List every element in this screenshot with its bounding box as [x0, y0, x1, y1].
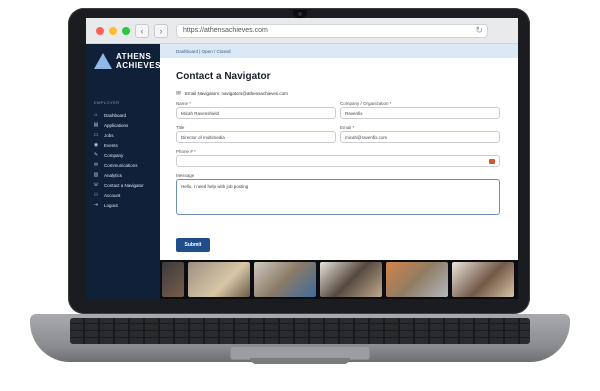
keyboard	[70, 318, 530, 344]
main-content: Dashboard | Open / Closed Contact a Navi…	[160, 44, 518, 260]
company-field[interactable]: Ravenfix	[340, 107, 500, 119]
name-label: Name *	[176, 101, 192, 106]
logo-line-2: ACHIEVES	[116, 61, 161, 70]
sidebar-item-account[interactable]: ⚇ Account	[92, 190, 158, 200]
title-value: Director of multimedia	[181, 134, 225, 140]
edit-icon: ✎	[93, 152, 99, 158]
sidebar-item-analytics[interactable]: ▥ Analytics	[92, 170, 158, 180]
photo-strip	[160, 260, 518, 299]
sidebar-menu: ⌂ Dashboard ▤ Applications ▭ Jobs ◉ Even…	[92, 110, 158, 210]
sidebar-item-label: Logout	[104, 202, 118, 208]
sidebar-item-label: Company	[104, 152, 124, 158]
message-label: Message	[176, 173, 195, 178]
briefcase-icon: ▭	[93, 132, 99, 138]
email-field[interactable]: micah@ravenfix.com	[340, 131, 500, 143]
envelope-icon: ✉	[176, 91, 182, 97]
sidebar-item-company[interactable]: ✎ Company	[92, 150, 158, 160]
photo-thumbnail	[254, 262, 316, 297]
sidebar-section-label: EMPLOYER	[94, 100, 120, 105]
logout-icon: ⇥	[93, 202, 99, 208]
address-bar[interactable]: https://athensachieves.com ↻	[176, 23, 488, 38]
phone-icon: ☏	[92, 182, 100, 188]
laptop-screen: ‹ › https://athensachieves.com ↻ ATHENS …	[86, 18, 518, 299]
logo-line-1: ATHENS	[116, 52, 152, 61]
forward-arrow-icon[interactable]: ›	[154, 23, 168, 38]
sidebar-item-label: Events	[104, 142, 118, 148]
country-flag-icon[interactable]	[489, 159, 495, 164]
back-arrow-icon[interactable]: ‹	[135, 23, 149, 38]
page-title: Contact a Navigator	[176, 71, 271, 82]
photo-thumbnail	[320, 262, 382, 297]
title-label: Title	[176, 125, 185, 130]
reload-icon[interactable]: ↻	[475, 25, 483, 36]
breadcrumb[interactable]: Dashboard | Open / Closed	[160, 44, 518, 58]
sidebar-item-label: Contact a Navigator	[104, 182, 144, 188]
phone-label: Phone # *	[176, 149, 196, 154]
close-window-dot[interactable]	[96, 26, 104, 35]
photo-thumbnail	[188, 262, 250, 297]
email-value: micah@ravenfix.com	[345, 134, 388, 140]
message-textarea[interactable]: Hello, I need help with job posting	[176, 179, 500, 215]
athens-achieves-logo[interactable]: ATHENS ACHIEVES	[94, 52, 161, 70]
navigator-email-text[interactable]: Email Navigators: navigators@athensachie…	[185, 91, 288, 96]
sidebar-item-events[interactable]: ◉ Events	[92, 140, 158, 150]
submit-button[interactable]: Submit	[176, 238, 210, 252]
company-label: Company / Organization *	[340, 101, 392, 106]
photo-thumbnail	[386, 262, 448, 297]
sidebar-item-jobs[interactable]: ▭ Jobs	[92, 130, 158, 140]
logo-mountain-icon	[94, 53, 112, 69]
email-label: Email *	[340, 125, 355, 130]
sidebar-item-label: Jobs	[104, 132, 114, 138]
sidebar: ATHENS ACHIEVES EMPLOYER ⌂ Dashboard ▤ A…	[86, 44, 160, 299]
maximize-window-dot[interactable]	[122, 26, 130, 35]
name-value: Micah Ravenshield	[181, 110, 220, 116]
sidebar-item-label: Analytics	[104, 172, 123, 178]
applications-icon: ▤	[93, 122, 99, 128]
message-value: Hello, I need help with job posting	[181, 184, 249, 189]
sidebar-item-label: Account	[104, 192, 121, 198]
mail-icon: ✉	[93, 162, 99, 168]
sidebar-item-dashboard[interactable]: ⌂ Dashboard	[92, 110, 158, 120]
user-icon: ⚇	[93, 192, 99, 198]
sidebar-item-label: Dashboard	[104, 112, 127, 118]
navigator-email-note: ✉ Email Navigators: navigators@athensach…	[176, 90, 288, 97]
sidebar-item-label: Applications	[104, 122, 129, 128]
minimize-window-dot[interactable]	[109, 26, 117, 35]
sidebar-item-label: Communications	[104, 162, 138, 168]
sidebar-item-communications[interactable]: ✉ Communications	[92, 160, 158, 170]
photo-thumbnail	[162, 262, 184, 297]
home-icon: ⌂	[94, 112, 98, 118]
sidebar-item-contact-navigator[interactable]: ☏ Contact a Navigator	[92, 180, 158, 190]
company-value: Ravenfix	[345, 110, 363, 116]
photo-thumbnail	[452, 262, 514, 297]
sidebar-item-applications[interactable]: ▤ Applications	[92, 120, 158, 130]
title-field[interactable]: Director of multimedia	[176, 131, 336, 143]
sidebar-item-logout[interactable]: ⇥ Logout	[92, 200, 158, 210]
browser-toolbar: ‹ › https://athensachieves.com ↻	[86, 18, 518, 44]
events-icon: ◉	[93, 142, 99, 148]
phone-field[interactable]	[176, 155, 500, 167]
chart-icon: ▥	[93, 172, 99, 178]
laptop-lip	[250, 358, 350, 364]
name-field[interactable]: Micah Ravenshield	[176, 107, 336, 119]
url-text: https://athensachieves.com	[183, 27, 268, 34]
